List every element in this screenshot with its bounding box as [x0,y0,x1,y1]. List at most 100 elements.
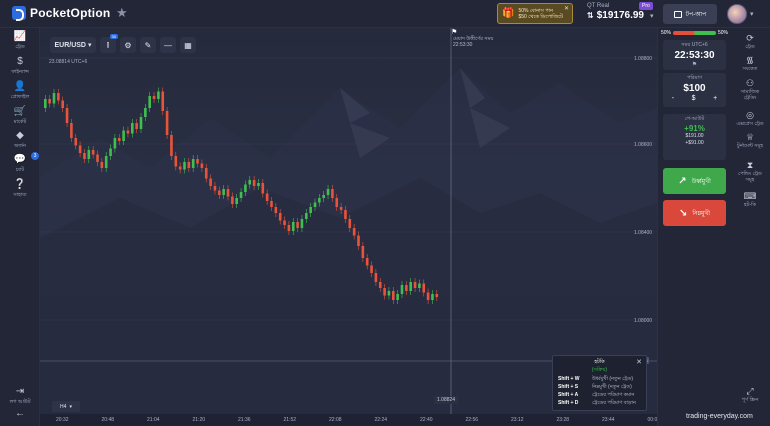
timeframe-selector[interactable]: H4 ▾ [52,401,80,412]
candle [174,156,178,167]
candle [78,145,82,153]
hotkey-row: Shift + D ট্রেডের পরিমাণ বাড়ান [553,399,646,407]
close-icon[interactable]: ✕ [564,5,569,12]
hotkey-row: Shift + A ট্রেডের পরিমাণ কমান [553,391,646,399]
candle [413,282,417,288]
candle [113,138,117,149]
candle [426,292,430,300]
amount-value[interactable]: $100 [663,83,726,94]
timeframe-label: H4 [60,403,67,410]
hotkey-desc: উর্ধ্বমুখী (নতুন ট্রেড) [592,376,634,382]
drawing-button[interactable]: ✎ [140,37,156,53]
payout-percentage: +91% [684,124,705,133]
asset-selector[interactable]: EUR/USD ▾ [50,37,96,53]
brand-logo[interactable]: PocketOption [12,6,110,21]
time-axis-label: 22:24 [374,417,388,423]
logout-label: লগ আউট [9,399,31,405]
collapse-sidebar-button[interactable]: ← [0,408,40,420]
time-axis-label: 22:08 [329,417,342,423]
top-up-button[interactable]: টপ-আপ [663,4,717,24]
right-nav-hotkeys[interactable]: ⌨ হট-কি [730,191,770,208]
time-axis-label: 20:32 [56,417,69,423]
candle [178,166,182,170]
star-icon[interactable]: ★ [116,5,128,21]
sidebar-item-trade[interactable]: 📈 ট্রেড [0,31,40,52]
right-nav-pending-trades[interactable]: ⧗ পেন্ডিং ট্রেড সমূহ [730,160,770,183]
logout-button[interactable]: ⇥ লগ আউট [0,386,40,407]
sidebar-item-market[interactable]: 🛒 মার্কেট [0,106,40,127]
time-axis-label: 21:04 [147,417,160,423]
candle [104,156,108,168]
time-caption: সময় UTC+6 [681,42,708,48]
candle [213,186,217,191]
expiry-label: মেয়াদ উত্তীর্ণের সময় 22:53:30 [453,36,493,48]
right-nav-label: এক্সপ্রেস ট্রেড [736,121,764,127]
asset-pair-label: EUR/USD [54,41,86,49]
candle [248,180,252,185]
sell-down-button[interactable]: ↘ নিম্নমুখী [663,200,726,226]
price-axis-label: 1.08800 [634,56,653,62]
right-nav-social-trading[interactable]: ⚇ সামাজিক ট্রেডিং [730,78,770,101]
candle [139,117,143,129]
app-window: PocketOption ★ 🎁 50% বোনাস পান $50 থেকে … [0,0,770,426]
sidebar-item-achievements[interactable]: ◆ অর্জন [0,130,40,151]
promo-line-2: $50 থেকে ডিপোজিটে [518,13,563,20]
hotkey-desc: ট্রেডের পরিমাণ কমান [592,392,635,398]
increase-amount-button[interactable]: + [713,95,717,102]
time-axis-label: 23:28 [556,417,570,423]
buy-up-button[interactable]: ↗ উর্ধ্বমুখী [663,168,726,194]
candle [204,168,208,179]
time-axis-label: 22:40 [420,417,433,423]
candle [44,99,47,108]
settings-button[interactable]: ⚙ [120,37,136,53]
sidebar-item-profile[interactable]: 👤 প্রোফাইল [0,81,40,102]
candle [191,159,195,168]
account-selector[interactable]: QT Real Pro ⇅ $19176.99 ▾ [587,2,654,21]
sidebar-item-chat[interactable]: 💬 3 চ্যাট [0,152,40,175]
candle [435,294,439,297]
chart-toolbar: EUR/USD ▾ ⫾ 30 ⚙ ✎ — ▦ [50,34,196,53]
right-nav-tournaments[interactable]: ♕ টুর্নামেন্ট সমূহ [730,132,770,149]
candle [431,294,434,300]
candle [418,283,421,288]
candle [344,210,347,219]
line-tool-button[interactable]: — [160,37,176,53]
avatar[interactable] [727,4,747,24]
candle [122,130,125,141]
candle [65,108,69,123]
layout-button[interactable]: ▦ [180,37,196,53]
candle [157,91,160,99]
hotkey-key: Shift + W [558,376,580,382]
candle [96,154,99,162]
time-axis-label: 21:52 [283,417,297,423]
candle [309,207,312,213]
candle [305,213,308,219]
pencil-icon: ✎ [144,40,152,50]
chevron-down-icon[interactable]: ▾ [750,10,754,18]
chart-type-button[interactable]: ⫾ 30 [100,34,118,53]
sidebar-item-label: অর্জন [14,143,26,149]
candle [61,100,64,108]
sidebar-item-finance[interactable]: $ ফাইন্যান্স [0,56,40,77]
right-nav-trades[interactable]: ⟳ ট্রেড [730,33,770,50]
currency-switch-button[interactable]: $ [692,95,696,102]
sidebar-item-help[interactable]: ❔ সাহায্য [0,179,40,200]
amount-field[interactable]: পরিমাণ $100 - $ + [663,73,726,107]
candle [365,258,369,266]
close-icon[interactable]: ✕ [636,358,642,366]
right-nav-signals[interactable]: ᯾ সংকেত [730,55,770,72]
bonus-promo-banner[interactable]: 🎁 50% বোনাস পান $50 থেকে ডিপোজিটে ✕ [497,3,573,24]
trend-up-icon: ↗ [678,175,687,187]
amount-caption: পরিমাণ [687,75,702,81]
sentiment-buy-pct: 50% [717,30,728,36]
logout-icon: ⇥ [15,386,25,397]
right-nav-express-trade[interactable]: ◎ এক্সপ্রেস ট্রেড [730,110,770,127]
hotkey-row: Shift + S নিম্নমুখী (নতুন ট্রেড) [553,383,646,391]
right-nav-fullscreen[interactable]: ⤢ পূর্ণ স্ক্রিন [730,386,770,403]
grid-icon: ▦ [184,40,192,50]
price-chart[interactable]: EUR/USD ▾ ⫾ 30 ⚙ ✎ — ▦ 23.08814 UTC+6 ⚑ … [40,28,657,414]
candle [48,99,51,104]
decrease-amount-button[interactable]: - [672,95,674,102]
expiry-time-selector[interactable]: সময় UTC+6 22:53:30 ⚑ [663,40,726,70]
watermark: trading-everyday.com [686,413,753,420]
